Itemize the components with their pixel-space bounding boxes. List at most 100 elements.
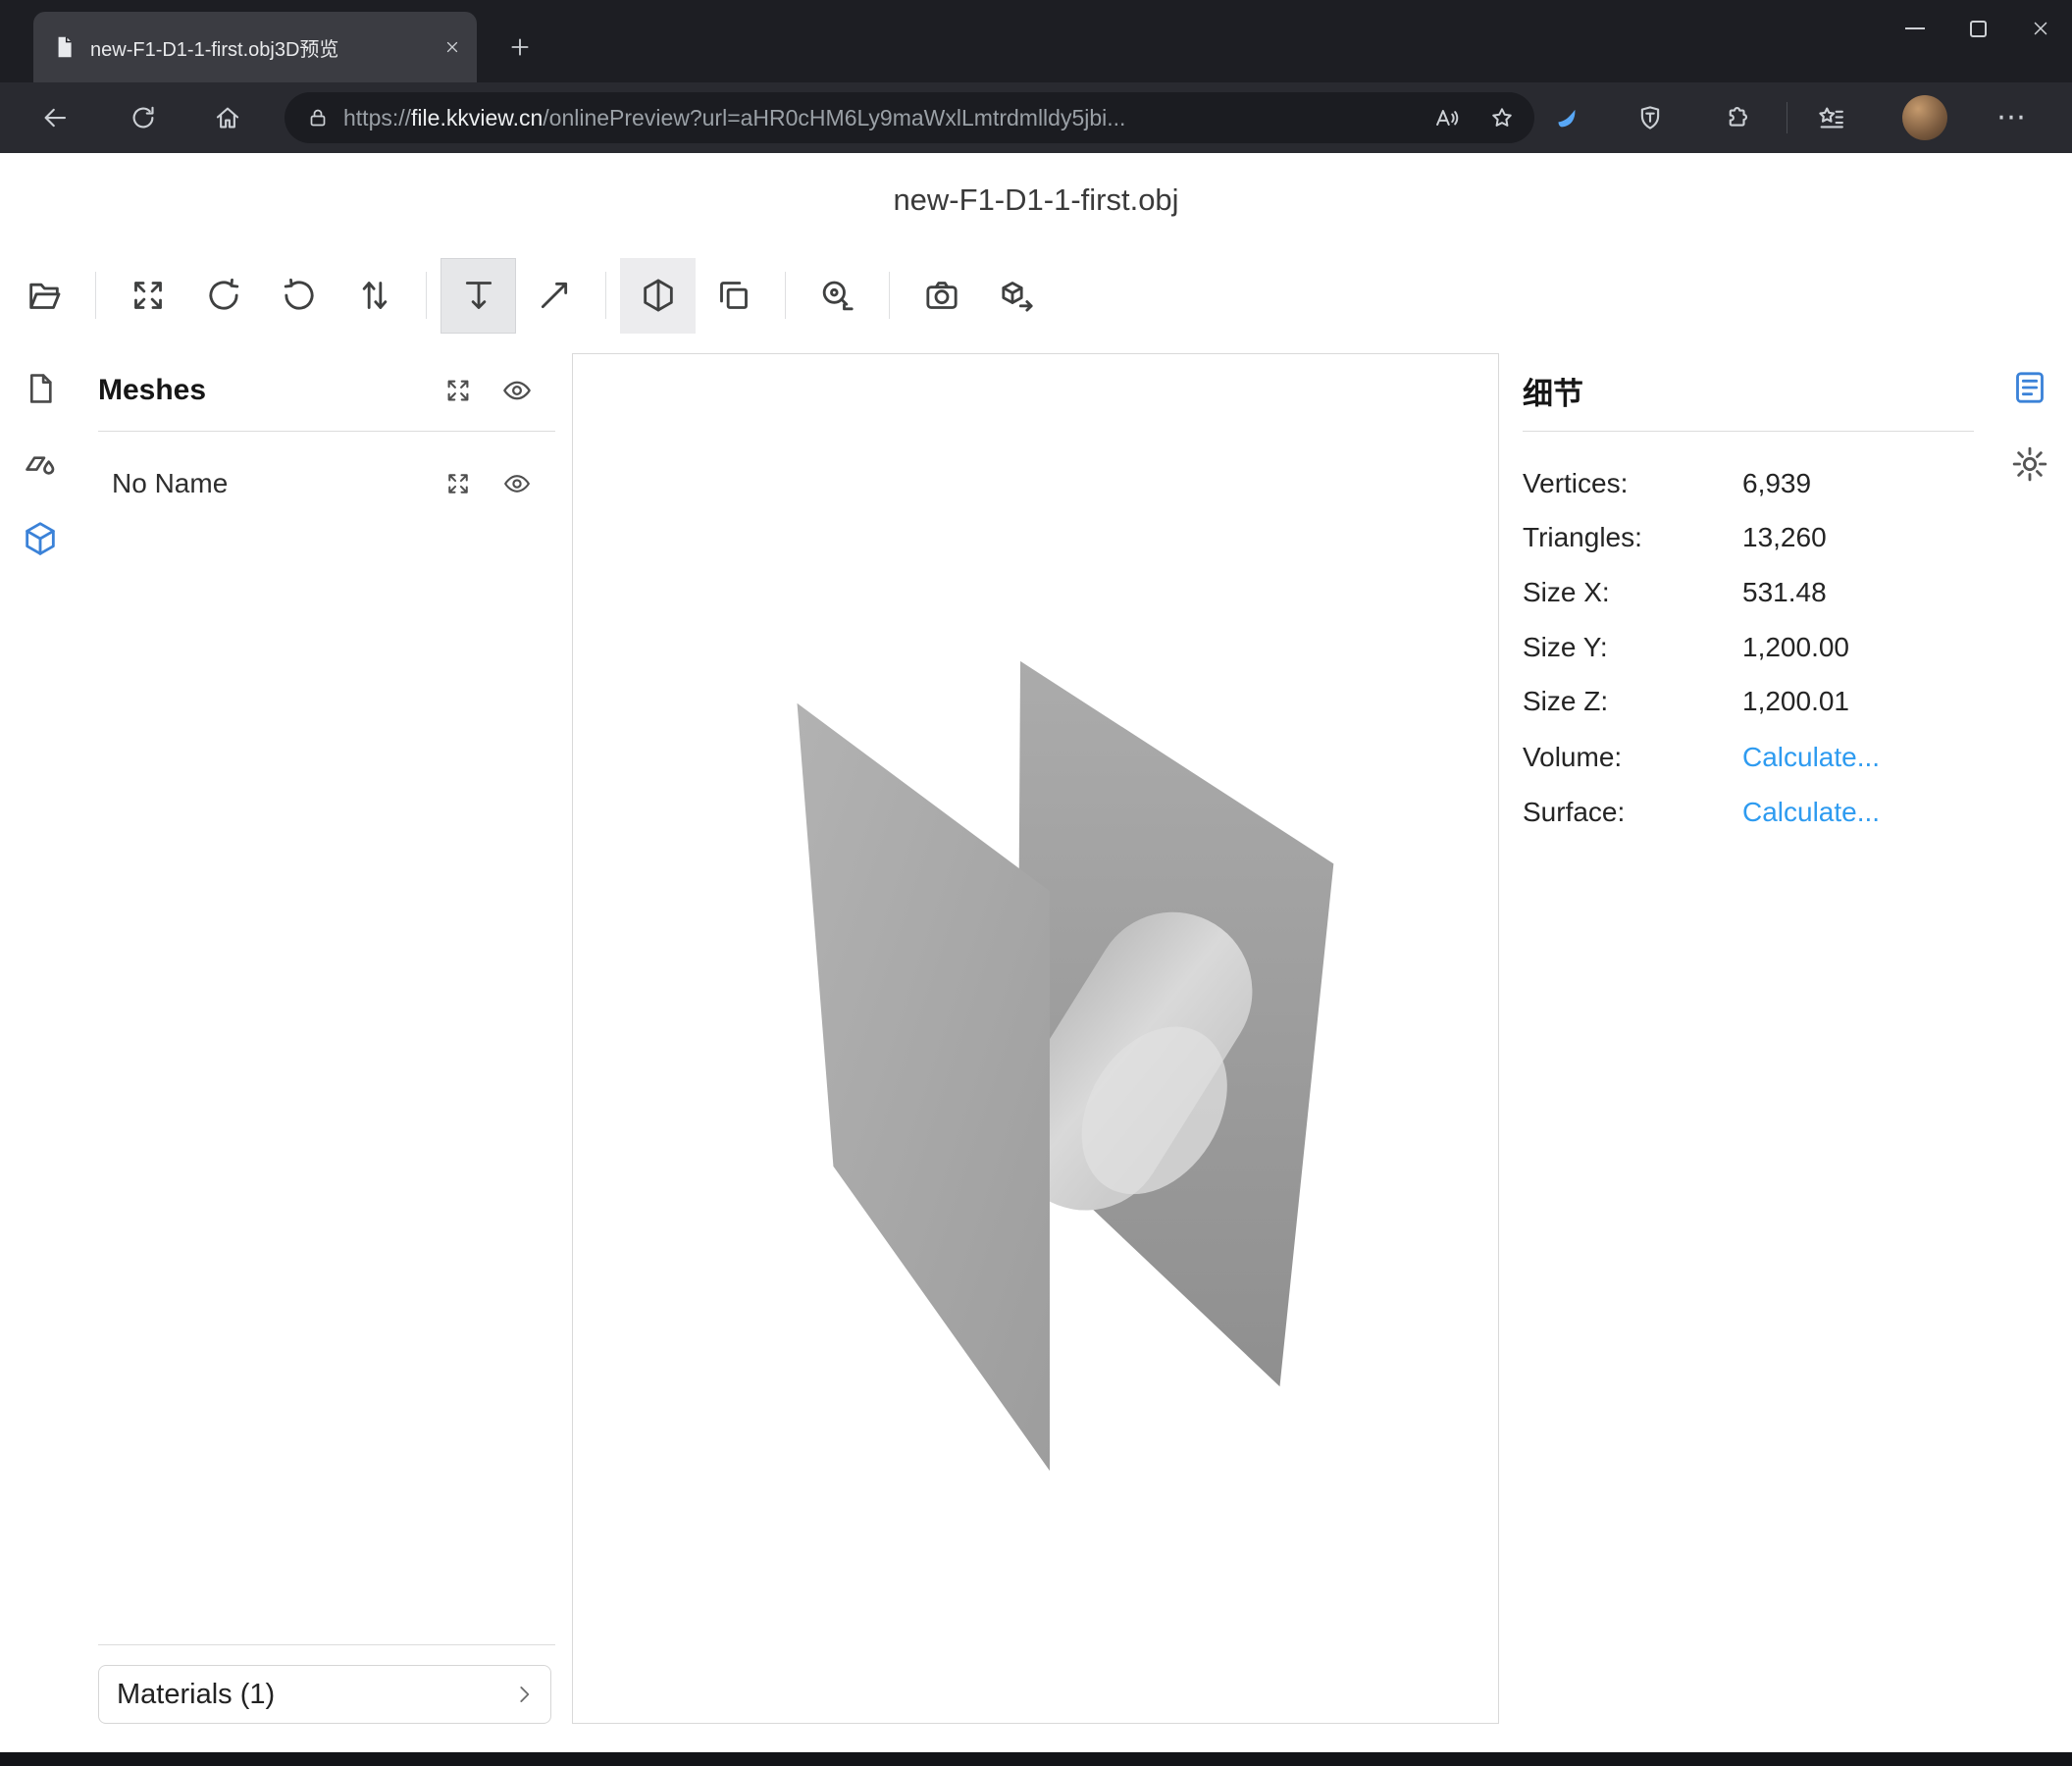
measure-line-icon bbox=[535, 276, 574, 315]
zoom-to-fit-icon[interactable] bbox=[441, 467, 475, 500]
details-panel-button[interactable] bbox=[2007, 365, 2052, 410]
visibility-icon[interactable] bbox=[500, 467, 534, 500]
zoom-to-fit-button[interactable] bbox=[110, 258, 185, 334]
screenshot-button[interactable] bbox=[904, 258, 979, 334]
gear-icon bbox=[2010, 444, 2049, 484]
meshes-panel-header: Meshes bbox=[98, 369, 555, 412]
translate-icon bbox=[459, 276, 498, 315]
toolbar-separator bbox=[785, 272, 786, 319]
model-plane-left bbox=[798, 703, 1050, 1471]
maximize-icon[interactable] bbox=[1946, 0, 2009, 57]
browser-navbar: https://file.kkview.cn/onlinePreview?url… bbox=[0, 82, 2072, 153]
copy-view-button[interactable] bbox=[696, 258, 771, 334]
tab-title: new-F1-D1-1-first.obj3D预览 bbox=[90, 33, 430, 62]
viewer-toolbar bbox=[0, 257, 2072, 334]
page-favicon-icon bbox=[51, 34, 77, 60]
rotate-horizontal-button[interactable] bbox=[185, 258, 261, 334]
back-icon[interactable] bbox=[33, 96, 77, 139]
extensions-puzzle-icon[interactable] bbox=[1715, 96, 1758, 139]
profile-avatar[interactable] bbox=[1902, 95, 1947, 140]
document-panel-button[interactable] bbox=[19, 367, 62, 410]
rotate-vertical-button[interactable] bbox=[261, 258, 337, 334]
new-tab-button[interactable] bbox=[498, 26, 542, 69]
open-file-button[interactable] bbox=[6, 258, 81, 334]
tape-measure-icon bbox=[818, 276, 857, 315]
details-divider bbox=[1523, 431, 1974, 432]
measure-line-button[interactable] bbox=[516, 258, 592, 334]
detail-value: 531.48 bbox=[1742, 573, 1827, 612]
detail-label: Size Y: bbox=[1523, 628, 1608, 667]
detail-row: Size X: 531.48 bbox=[1523, 573, 1974, 612]
home-icon[interactable] bbox=[206, 96, 249, 139]
toolbar-separator bbox=[426, 272, 427, 319]
toolbar-separator bbox=[889, 272, 890, 319]
window-close-icon[interactable] bbox=[2009, 0, 2072, 57]
toolbar-separator bbox=[605, 272, 606, 319]
detail-label: Size Z: bbox=[1523, 682, 1608, 721]
rotate-horizontal-icon bbox=[204, 276, 243, 315]
viewer-page: new-F1-D1-1-first.obj bbox=[0, 153, 2072, 1752]
mesh-panel-button[interactable] bbox=[19, 517, 62, 560]
mesh-name: No Name bbox=[112, 468, 441, 499]
page-title: new-F1-D1-1-first.obj bbox=[0, 182, 2072, 218]
detail-value: 6,939 bbox=[1742, 464, 1811, 503]
zoom-to-fit-icon[interactable] bbox=[441, 374, 475, 407]
favorite-star-icon[interactable] bbox=[1481, 97, 1523, 138]
browser-tab[interactable]: new-F1-D1-1-first.obj3D预览 bbox=[33, 12, 477, 82]
flip-up-down-button[interactable] bbox=[337, 258, 412, 334]
detail-row: Surface: Calculate... bbox=[1523, 793, 1974, 832]
extension-blue-icon[interactable] bbox=[1544, 96, 1587, 139]
detail-label: Size X: bbox=[1523, 573, 1610, 612]
window-controls bbox=[1884, 0, 2072, 57]
open-file-icon bbox=[25, 276, 64, 315]
detail-label: Surface: bbox=[1523, 793, 1625, 832]
export-model-button[interactable] bbox=[979, 258, 1055, 334]
favorites-hub-icon[interactable] bbox=[1809, 96, 1852, 139]
material-icon bbox=[22, 445, 59, 483]
meshes-divider bbox=[98, 431, 555, 432]
detail-row: Volume: Calculate... bbox=[1523, 738, 1974, 777]
detail-value: 1,200.00 bbox=[1742, 628, 1849, 667]
more-menu-icon[interactable]: ⋯ bbox=[1990, 96, 2033, 139]
detail-label: Triangles: bbox=[1523, 518, 1642, 557]
cube-icon bbox=[21, 519, 60, 558]
screenshot-icon bbox=[922, 276, 961, 315]
model-viewport[interactable] bbox=[572, 353, 1499, 1724]
calculate-surface-link[interactable]: Calculate... bbox=[1742, 793, 1880, 832]
toolbar-separator bbox=[95, 272, 96, 319]
minimize-icon[interactable] bbox=[1884, 0, 1946, 57]
url-text: https://file.kkview.cn/onlinePreview?url… bbox=[343, 105, 1413, 131]
mesh-list-item[interactable]: No Name bbox=[98, 461, 555, 506]
detail-value: 1,200.01 bbox=[1742, 682, 1849, 721]
materials-button[interactable]: Materials (1) bbox=[98, 1665, 551, 1724]
refresh-icon[interactable] bbox=[122, 96, 165, 139]
browser-titlebar: new-F1-D1-1-first.obj3D预览 bbox=[0, 0, 2072, 82]
details-panel-header: 细节 bbox=[1523, 369, 1974, 412]
materials-button-label: Materials (1) bbox=[117, 1679, 511, 1711]
zoom-to-fit-icon bbox=[129, 276, 168, 315]
detail-label: Vertices: bbox=[1523, 464, 1628, 503]
view-faces-button[interactable] bbox=[620, 258, 696, 334]
shield-t-icon[interactable] bbox=[1629, 96, 1672, 139]
meshes-header-label: Meshes bbox=[98, 374, 441, 407]
settings-button[interactable] bbox=[2007, 442, 2052, 487]
translate-tool-button[interactable] bbox=[440, 258, 516, 334]
detail-label: Volume: bbox=[1523, 738, 1622, 777]
visibility-icon[interactable] bbox=[500, 374, 534, 407]
lock-icon bbox=[306, 106, 330, 130]
calculate-volume-link[interactable]: Calculate... bbox=[1742, 738, 1880, 777]
address-bar[interactable]: https://file.kkview.cn/onlinePreview?url… bbox=[285, 92, 1534, 143]
rotate-vertical-icon bbox=[280, 276, 319, 315]
detail-value: 13,260 bbox=[1742, 518, 1827, 557]
chevron-right-icon bbox=[511, 1682, 537, 1707]
detail-row: Vertices: 6,939 bbox=[1523, 464, 1974, 503]
tape-measure-button[interactable] bbox=[800, 258, 875, 334]
detail-row: Triangles: 13,260 bbox=[1523, 518, 1974, 557]
read-aloud-icon[interactable] bbox=[1426, 97, 1468, 138]
bottom-edge bbox=[0, 1752, 2072, 1766]
tab-close-icon[interactable] bbox=[443, 38, 461, 56]
material-panel-button[interactable] bbox=[19, 442, 62, 486]
export-model-icon bbox=[998, 276, 1037, 315]
materials-divider bbox=[98, 1644, 555, 1645]
copy-view-icon bbox=[714, 276, 753, 315]
